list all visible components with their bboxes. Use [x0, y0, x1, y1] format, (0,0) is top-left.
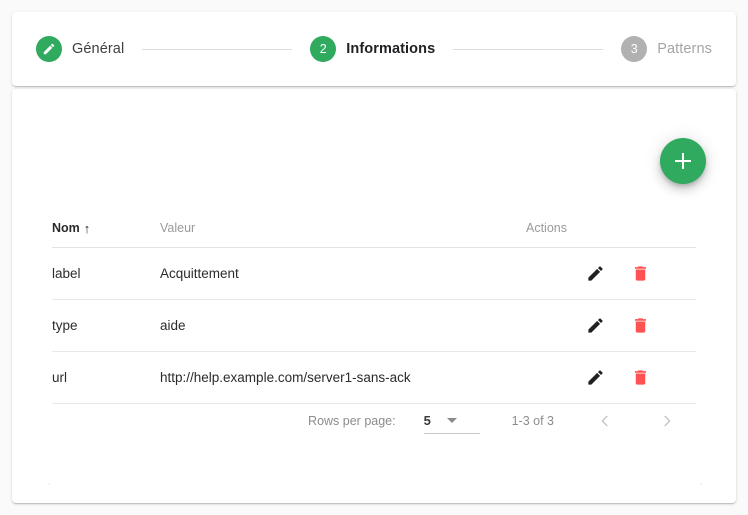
edit-row-button[interactable]: [586, 368, 605, 387]
delete-row-button[interactable]: [631, 316, 650, 335]
column-header-valeur[interactable]: Valeur: [160, 201, 526, 248]
column-header-actions: Actions: [526, 201, 696, 248]
column-header-actions-label: Actions: [526, 220, 567, 235]
rows-per-page-select[interactable]: 5: [423, 409, 480, 434]
cell-actions: [526, 299, 696, 352]
add-information-button[interactable]: [660, 138, 706, 184]
table-body: label Acquittement type aide url http://…: [52, 247, 696, 404]
rows-per-page-label: Rows per page:: [308, 414, 396, 428]
trash-icon: [634, 317, 647, 333]
edit-row-button[interactable]: [586, 264, 605, 283]
trash-icon: [634, 265, 647, 281]
stepper-step-informations[interactable]: 2 Informations: [310, 36, 435, 62]
step-number-badge-3: 3: [621, 36, 648, 62]
cell-valeur: Acquittement: [160, 247, 526, 300]
column-header-valeur-label: Valeur: [160, 220, 196, 235]
column-header-nom-label: Nom: [52, 220, 80, 235]
delete-row-button[interactable]: [631, 368, 650, 387]
previous-page-button[interactable]: [588, 404, 622, 438]
pencil-icon: [588, 265, 603, 281]
stepper-step-general[interactable]: Général: [36, 36, 124, 62]
pencil-icon: [588, 317, 603, 333]
step-number-2: 2: [319, 42, 327, 56]
row-actions: [526, 368, 696, 387]
informations-table: Nom↑ Valeur Actions label Acquittement: [52, 201, 696, 404]
pagination-range-label: 1-3 of 3: [511, 414, 554, 428]
informations-panel: Nom↑ Valeur Actions label Acquittement: [12, 89, 736, 503]
row-actions: [526, 316, 696, 335]
table-paginator: Rows per page: 5 1-3 of 3: [52, 393, 696, 449]
step-number-3: 3: [630, 42, 638, 56]
trash-icon: [634, 369, 647, 385]
stepper-step-general-label: Général: [72, 41, 125, 57]
rows-per-page-value: 5: [423, 412, 431, 428]
edit-row-button[interactable]: [586, 316, 605, 335]
stepper-connector-2: [453, 48, 604, 50]
table-header-row: Nom ↑ Valeur Actions: [52, 201, 696, 248]
cell-valeur: aide: [160, 299, 526, 352]
stepper-step-patterns-label: Patterns: [657, 41, 712, 57]
cell-nom: label: [52, 247, 160, 300]
sort-ascending-icon: ↑: [83, 220, 91, 236]
stepper-connector-1: [142, 48, 293, 50]
app-root: Général 2 Informations 3 Patterns Nom ↑ …: [0, 0, 748, 515]
chevron-down-icon: [446, 417, 457, 423]
stepper-step-patterns[interactable]: 3 Patterns: [621, 36, 712, 62]
ghost-marker-left: [48, 483, 50, 485]
delete-row-button[interactable]: [631, 264, 650, 283]
plus-icon-bar: [675, 160, 691, 162]
ghost-marker-right: [700, 483, 702, 485]
chevron-right-icon: [664, 415, 671, 427]
column-header-nom[interactable]: Nom ↑: [52, 201, 160, 248]
cell-actions: [526, 247, 696, 300]
table-head: Nom ↑ Valeur Actions: [52, 201, 696, 248]
informations-table-container: Nom↑ Valeur Actions label Acquittement: [52, 201, 696, 404]
stepper-header: Général 2 Informations 3 Patterns: [12, 12, 736, 86]
cell-nom: type: [52, 299, 160, 352]
chevron-left-icon: [601, 415, 608, 427]
step-number-badge-2: 2: [310, 36, 337, 62]
table-row: type aide: [52, 299, 696, 352]
row-actions: [526, 264, 696, 283]
stepper-step-informations-label: Informations: [346, 41, 436, 57]
pencil-icon: [36, 36, 62, 62]
next-page-button[interactable]: [650, 404, 684, 438]
pencil-icon: [588, 369, 603, 385]
table-row: label Acquittement: [52, 247, 696, 300]
